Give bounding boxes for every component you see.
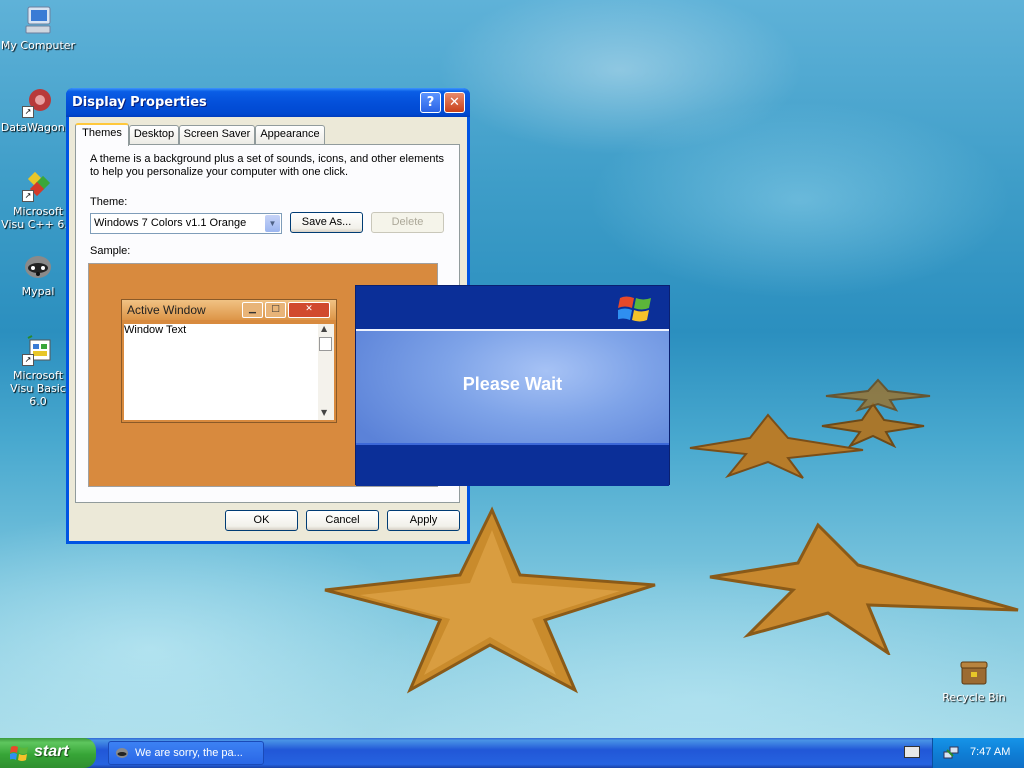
theme-select[interactable]: Windows 7 Colors v1.1 Orange ▼ — [90, 213, 282, 234]
shortcut-arrow-icon: ↗ — [22, 106, 34, 118]
theme-description: A theme is a background plus a set of so… — [90, 153, 445, 178]
sample-window-text: Window Text — [124, 324, 187, 336]
taskbar-item-label: We are sorry, the pa... — [135, 747, 243, 759]
desktop: My Computer ↗ DataWagon... ↗ Microsoft V… — [0, 0, 1024, 738]
apply-button[interactable]: Apply — [387, 510, 460, 531]
ok-button[interactable]: OK — [225, 510, 298, 531]
help-button[interactable]: ? — [420, 92, 441, 113]
clock[interactable]: 7:47 AM — [970, 746, 1010, 758]
sample-active-window: Active Window ▁ □ ✕ Window Text ▲ ▼ — [121, 299, 337, 423]
desktop-icon-label: Recycle Bin — [942, 691, 1006, 704]
taskbar: start We are sorry, the pa... 7:47 AM — [0, 738, 1024, 768]
network-icon[interactable] — [943, 745, 959, 761]
save-as-button[interactable]: Save As... — [290, 212, 363, 233]
help-icon: ? — [426, 95, 435, 110]
delete-button[interactable]: Delete — [371, 212, 444, 233]
desktop-icon-visual-cpp[interactable]: ↗ Microsoft Visu C++ 6.0 — [0, 170, 76, 231]
please-wait-dialog: Please Wait — [355, 285, 670, 486]
chevron-down-icon[interactable]: ▼ — [265, 215, 280, 232]
start-button[interactable]: start — [0, 738, 96, 768]
desktop-icon-datawagon[interactable]: ↗ DataWagon... — [0, 86, 76, 134]
window-titlebar[interactable]: Display Properties ? ✕ — [66, 88, 470, 117]
mypal-raccoon-icon — [116, 748, 128, 758]
visual-basic-icon: ↗ — [22, 334, 54, 366]
starfish-right — [709, 522, 1019, 655]
windows-logo-icon — [10, 746, 28, 761]
tab-themes[interactable]: Themes — [75, 123, 129, 146]
desktop-icon-label: Microsoft Visu Basic 6.0 — [10, 369, 66, 408]
desktop-icon-visual-basic[interactable]: ↗ Microsoft Visu Basic 6.0 — [0, 334, 76, 408]
desktop-icon-label: Microsoft Visu C++ 6.0 — [1, 205, 75, 231]
close-icon: ✕ — [449, 95, 460, 110]
sample-window-titlebar: Active Window ▁ □ ✕ — [122, 300, 336, 320]
scroll-up-icon: ▲ — [321, 324, 328, 333]
datawagon-icon: ↗ — [22, 86, 54, 118]
desktop-icon-label: DataWagon... — [0, 121, 76, 134]
theme-select-value: Windows 7 Colors v1.1 Orange — [94, 217, 247, 229]
please-wait-message: Please Wait — [462, 374, 563, 394]
minimize-icon: ▁ — [242, 302, 263, 318]
starfish-far — [825, 378, 931, 412]
sample-window-title: Active Window — [127, 303, 206, 317]
desktop-icon-my-computer[interactable]: My Computer — [0, 4, 76, 52]
desktop-icon-label: Mypal — [21, 285, 55, 298]
sample-scrollbar: ▲ ▼ — [318, 324, 334, 420]
mypal-raccoon-icon — [22, 250, 54, 282]
close-button[interactable]: ✕ — [444, 92, 465, 113]
sample-window-body: Window Text ▲ ▼ — [124, 324, 334, 420]
system-tray: 7:47 AM — [932, 738, 1024, 768]
recycle-bin-icon — [958, 656, 990, 688]
keyboard-icon[interactable] — [904, 746, 920, 758]
tab-screen-saver[interactable]: Screen Saver — [179, 125, 255, 144]
close-icon: ✕ — [288, 302, 330, 318]
theme-label: Theme: — [90, 196, 128, 208]
tab-appearance[interactable]: Appearance — [255, 125, 325, 144]
splash-footer — [356, 443, 669, 486]
desktop-icon-recycle-bin[interactable]: Recycle Bin — [936, 656, 1012, 704]
cancel-button[interactable]: Cancel — [306, 510, 379, 531]
computer-icon — [22, 4, 54, 36]
maximize-icon: □ — [265, 302, 286, 318]
tab-desktop[interactable]: Desktop — [129, 125, 179, 144]
shortcut-arrow-icon: ↗ — [22, 190, 34, 202]
taskbar-item-browser[interactable]: We are sorry, the pa... — [108, 741, 264, 765]
visual-cpp-icon: ↗ — [22, 170, 54, 202]
sample-label: Sample: — [90, 245, 131, 257]
scroll-down-icon: ▼ — [321, 408, 328, 417]
scroll-thumb — [319, 337, 332, 351]
shortcut-arrow-icon: ↗ — [22, 354, 34, 366]
desktop-icon-mypal[interactable]: Mypal — [0, 250, 76, 298]
window-title: Display Properties — [72, 95, 207, 110]
windows-logo-icon — [618, 296, 651, 322]
start-label: start — [34, 743, 69, 760]
desktop-icon-label: My Computer — [0, 39, 76, 52]
splash-header — [356, 286, 669, 329]
